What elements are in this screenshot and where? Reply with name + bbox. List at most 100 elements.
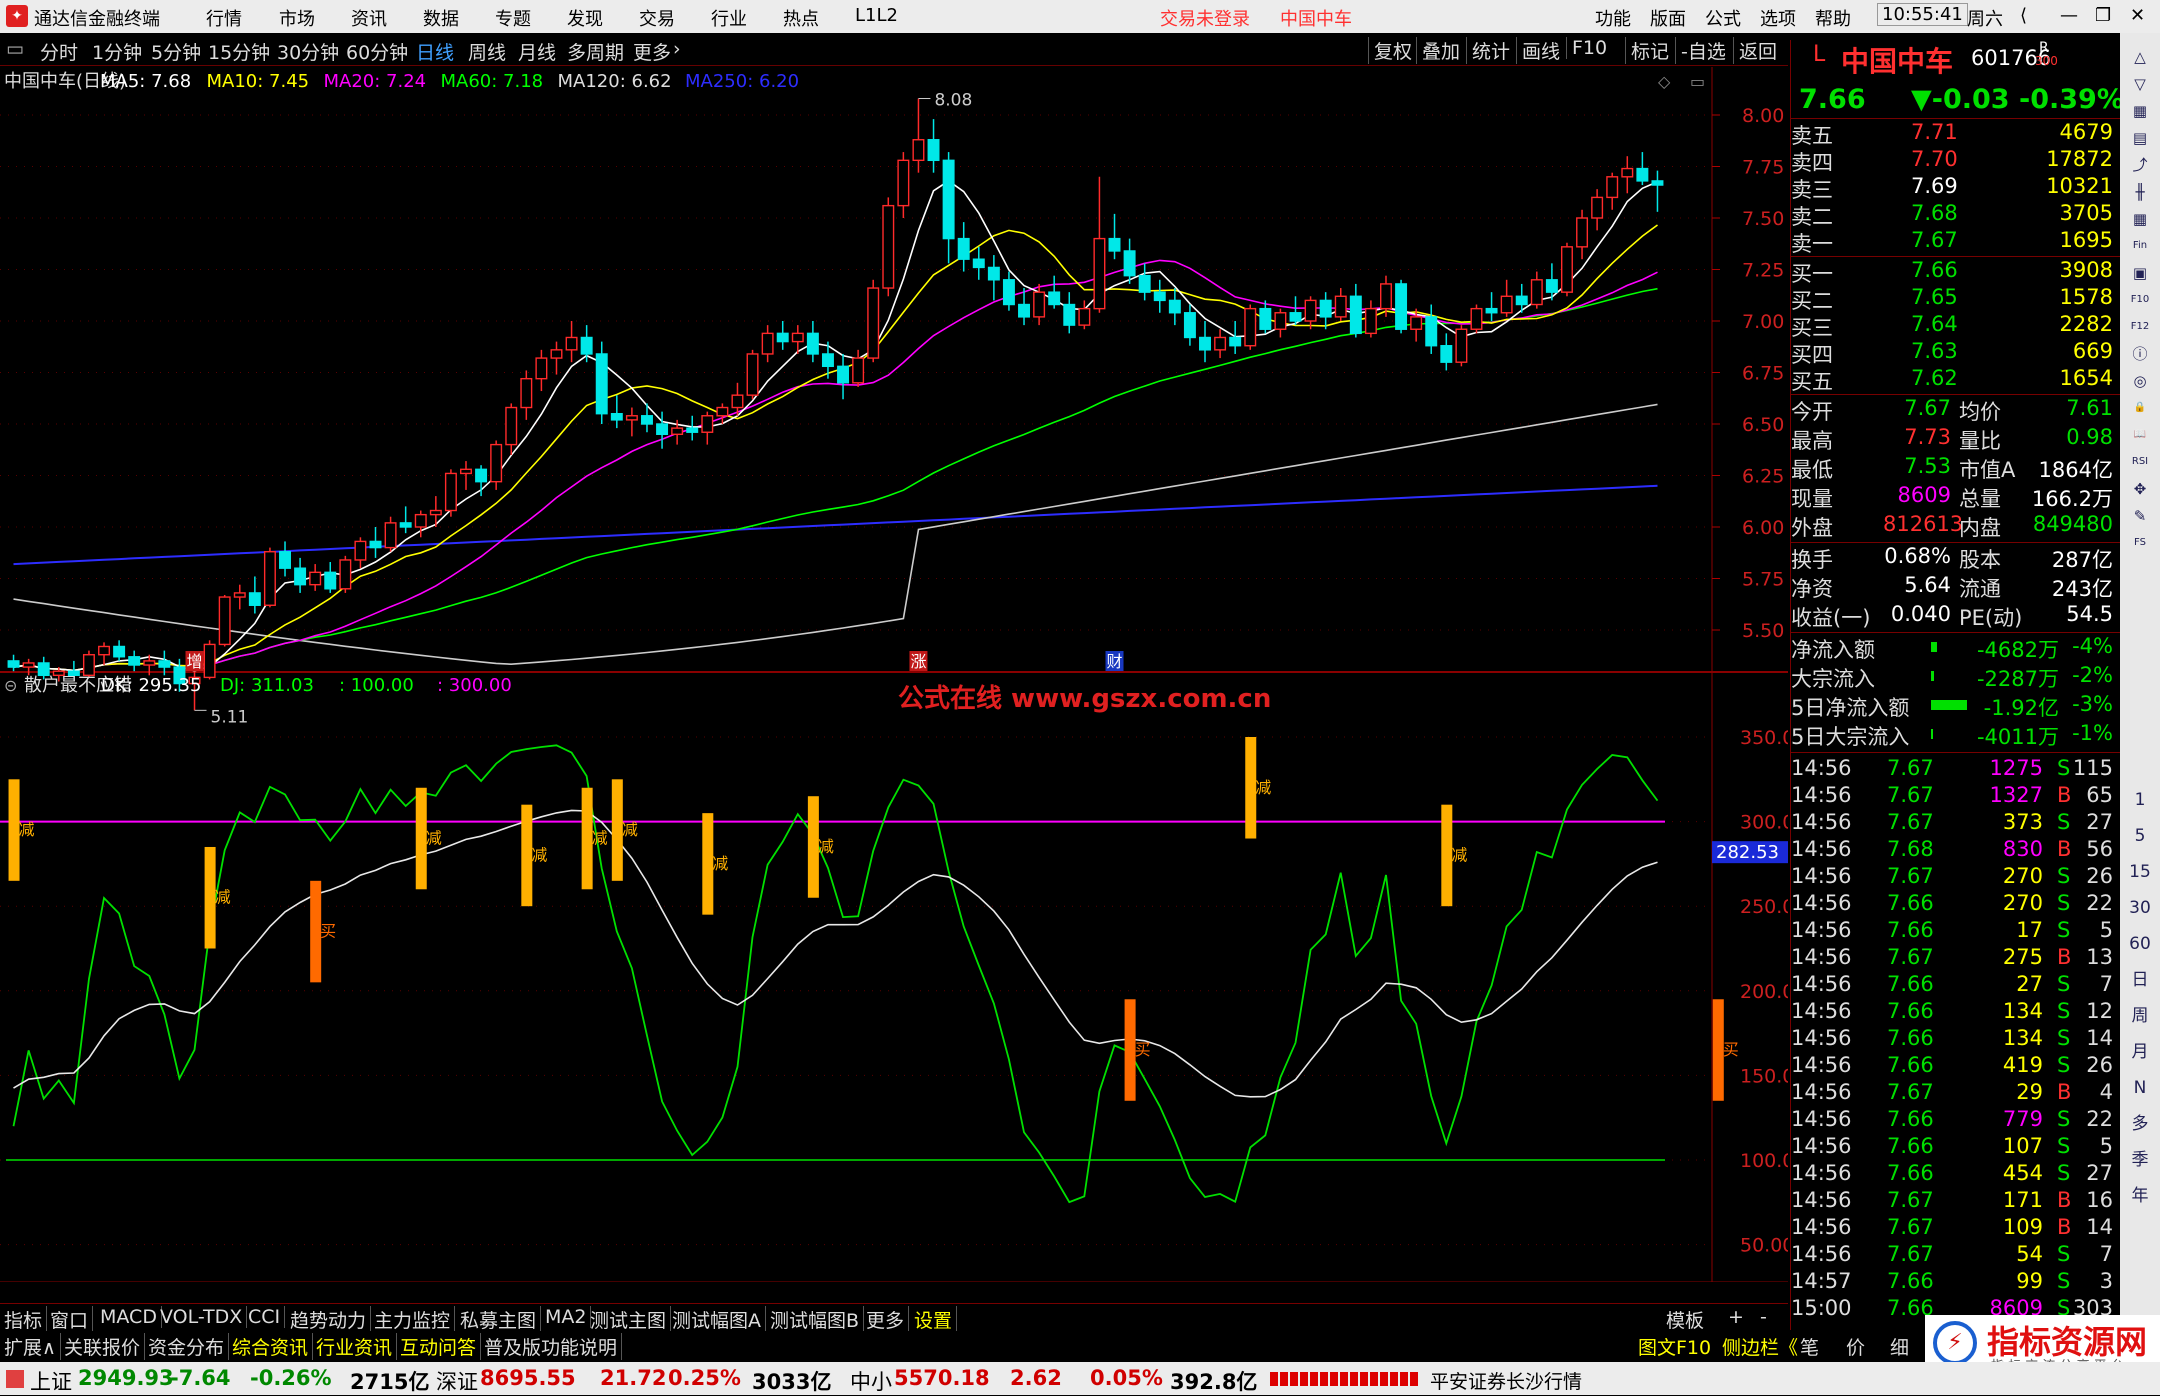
candle[interactable]	[1108, 213, 1121, 260]
fs-icon[interactable]: FS	[2128, 531, 2152, 555]
candle[interactable]	[444, 469, 457, 517]
candle[interactable]	[1183, 304, 1196, 346]
target-icon[interactable]: ◎	[2128, 369, 2152, 393]
tab-fenshi[interactable]: 分时	[40, 38, 78, 65]
candle[interactable]	[972, 246, 985, 280]
candle[interactable]	[294, 557, 307, 593]
expand-icon[interactable]: ▭	[6, 38, 24, 60]
candle[interactable]	[852, 349, 865, 387]
broker-name[interactable]: 平安证券长沙行情	[1430, 1367, 1582, 1394]
index-name[interactable]: 上证	[30, 1366, 72, 1396]
indicator-tab[interactable]: 主力监控	[374, 1306, 456, 1333]
restore-icon[interactable]: ❐	[2095, 5, 2111, 26]
menu-redian[interactable]: 热点	[783, 5, 819, 31]
indicator-tab[interactable]: 指标	[4, 1306, 48, 1333]
news-icon[interactable]: ▣	[2128, 261, 2152, 285]
candle[interactable]	[912, 98, 925, 173]
extension-tab[interactable]: 普及版功能说明	[484, 1333, 623, 1360]
candle[interactable]	[701, 411, 714, 445]
candle[interactable]	[1576, 209, 1589, 260]
btn-fanhui[interactable]: 返回	[1733, 37, 1777, 64]
candle[interactable]	[1455, 325, 1468, 367]
minimize-icon[interactable]: —	[2060, 5, 2078, 26]
candle[interactable]	[1334, 288, 1347, 321]
candle[interactable]	[369, 527, 382, 558]
btn-f10[interactable]: F10	[1566, 37, 1607, 59]
candle[interactable]	[1380, 275, 1392, 317]
book-icon[interactable]: 📖	[2128, 423, 2152, 447]
side-tab[interactable]: 侧边栏《	[1722, 1333, 1798, 1360]
template-control[interactable]: -	[1760, 1306, 1767, 1328]
tab-5min[interactable]: 5分钟	[151, 38, 201, 65]
candle[interactable]	[1425, 304, 1438, 354]
candle[interactable]	[113, 640, 126, 661]
indicator-tab[interactable]: MA2	[545, 1306, 592, 1328]
candle[interactable]	[776, 321, 789, 350]
candle[interactable]	[354, 537, 367, 569]
diamond-icon[interactable]: ◇	[1658, 72, 1671, 91]
btn-diejia[interactable]: 叠加	[1416, 37, 1460, 64]
candle[interactable]	[128, 650, 141, 672]
candle[interactable]	[520, 370, 533, 420]
menu-shuju[interactable]: 数据	[423, 5, 459, 31]
candle[interactable]	[1199, 321, 1211, 363]
tab-30min[interactable]: 30分钟	[277, 38, 339, 65]
candle[interactable]	[233, 584, 246, 610]
chevron-right-icon[interactable]: ›	[673, 38, 681, 60]
candle[interactable]	[218, 594, 231, 647]
candle[interactable]	[460, 461, 472, 490]
btn-fuquan[interactable]: 复权	[1368, 37, 1412, 64]
candle[interactable]	[957, 222, 970, 272]
candle[interactable]	[987, 255, 1000, 301]
candle[interactable]	[1530, 271, 1543, 309]
candle[interactable]	[1153, 279, 1166, 313]
candle[interactable]	[761, 325, 774, 363]
candle[interactable]	[595, 341, 608, 424]
candle[interactable]	[339, 555, 352, 593]
period-shortcut[interactable]: 多	[2128, 1112, 2152, 1136]
indicator-tab[interactable]: 窗口	[50, 1306, 94, 1333]
candle[interactable]	[1560, 242, 1573, 297]
tab-15min[interactable]: 15分钟	[208, 38, 270, 65]
period-shortcut[interactable]: 月	[2128, 1040, 2152, 1064]
candle[interactable]	[1048, 275, 1061, 309]
menu-shichang[interactable]: 市场	[279, 5, 315, 31]
candle[interactable]	[1214, 329, 1227, 359]
candle[interactable]	[1364, 300, 1377, 338]
candle[interactable]	[610, 395, 623, 429]
candle[interactable]	[1606, 172, 1619, 210]
menu-banmian[interactable]: 版面	[1650, 5, 1686, 31]
event-mark-zeng[interactable]: 增	[187, 652, 203, 671]
period-shortcut[interactable]: 周	[2128, 1004, 2152, 1028]
side-tab[interactable]: 笔	[1800, 1333, 1819, 1360]
kline-chart[interactable]: 8.00 7.75 7.50 7.25 7.00 6.75 6.50 6.25 6.00 5.75…	[0, 67, 1788, 1282]
menu-jiaoyi[interactable]: 交易	[639, 5, 675, 31]
back-icon[interactable]: ⟨	[2020, 5, 2027, 26]
candle[interactable]	[1395, 279, 1408, 334]
event-mark-cai[interactable]: 财	[1107, 652, 1123, 671]
f12-icon[interactable]: F12	[2128, 315, 2152, 339]
period-shortcut[interactable]: 年	[2128, 1184, 2152, 1208]
period-shortcut[interactable]: 5	[2128, 824, 2152, 848]
close-icon[interactable]: ✕	[2130, 5, 2145, 26]
menu-hangqing[interactable]: 行情	[206, 5, 242, 31]
candle[interactable]	[1274, 308, 1287, 338]
index-name[interactable]: 中小	[850, 1366, 892, 1396]
candle[interactable]	[897, 152, 910, 218]
candle[interactable]	[263, 547, 276, 608]
login-status[interactable]: 交易未登录	[1160, 5, 1250, 31]
template-control[interactable]: 模板	[1666, 1306, 1704, 1333]
candle[interactable]	[867, 279, 880, 363]
extension-tab[interactable]: 扩展∧	[4, 1333, 61, 1360]
candle[interactable]	[1138, 263, 1151, 301]
side-tab[interactable]: 图文F10	[1638, 1333, 1711, 1360]
btn-biaoji[interactable]: 标记	[1625, 37, 1669, 64]
candle[interactable]	[1621, 156, 1634, 194]
up-icon[interactable]: △	[2128, 45, 2152, 69]
candle[interactable]	[384, 516, 397, 552]
tab-daily[interactable]: 日线	[416, 38, 454, 65]
f10-icon[interactable]: F10	[2128, 288, 2152, 312]
candle[interactable]	[324, 562, 337, 593]
candle[interactable]	[942, 152, 955, 264]
menu-gongneng[interactable]: 功能	[1595, 5, 1631, 31]
